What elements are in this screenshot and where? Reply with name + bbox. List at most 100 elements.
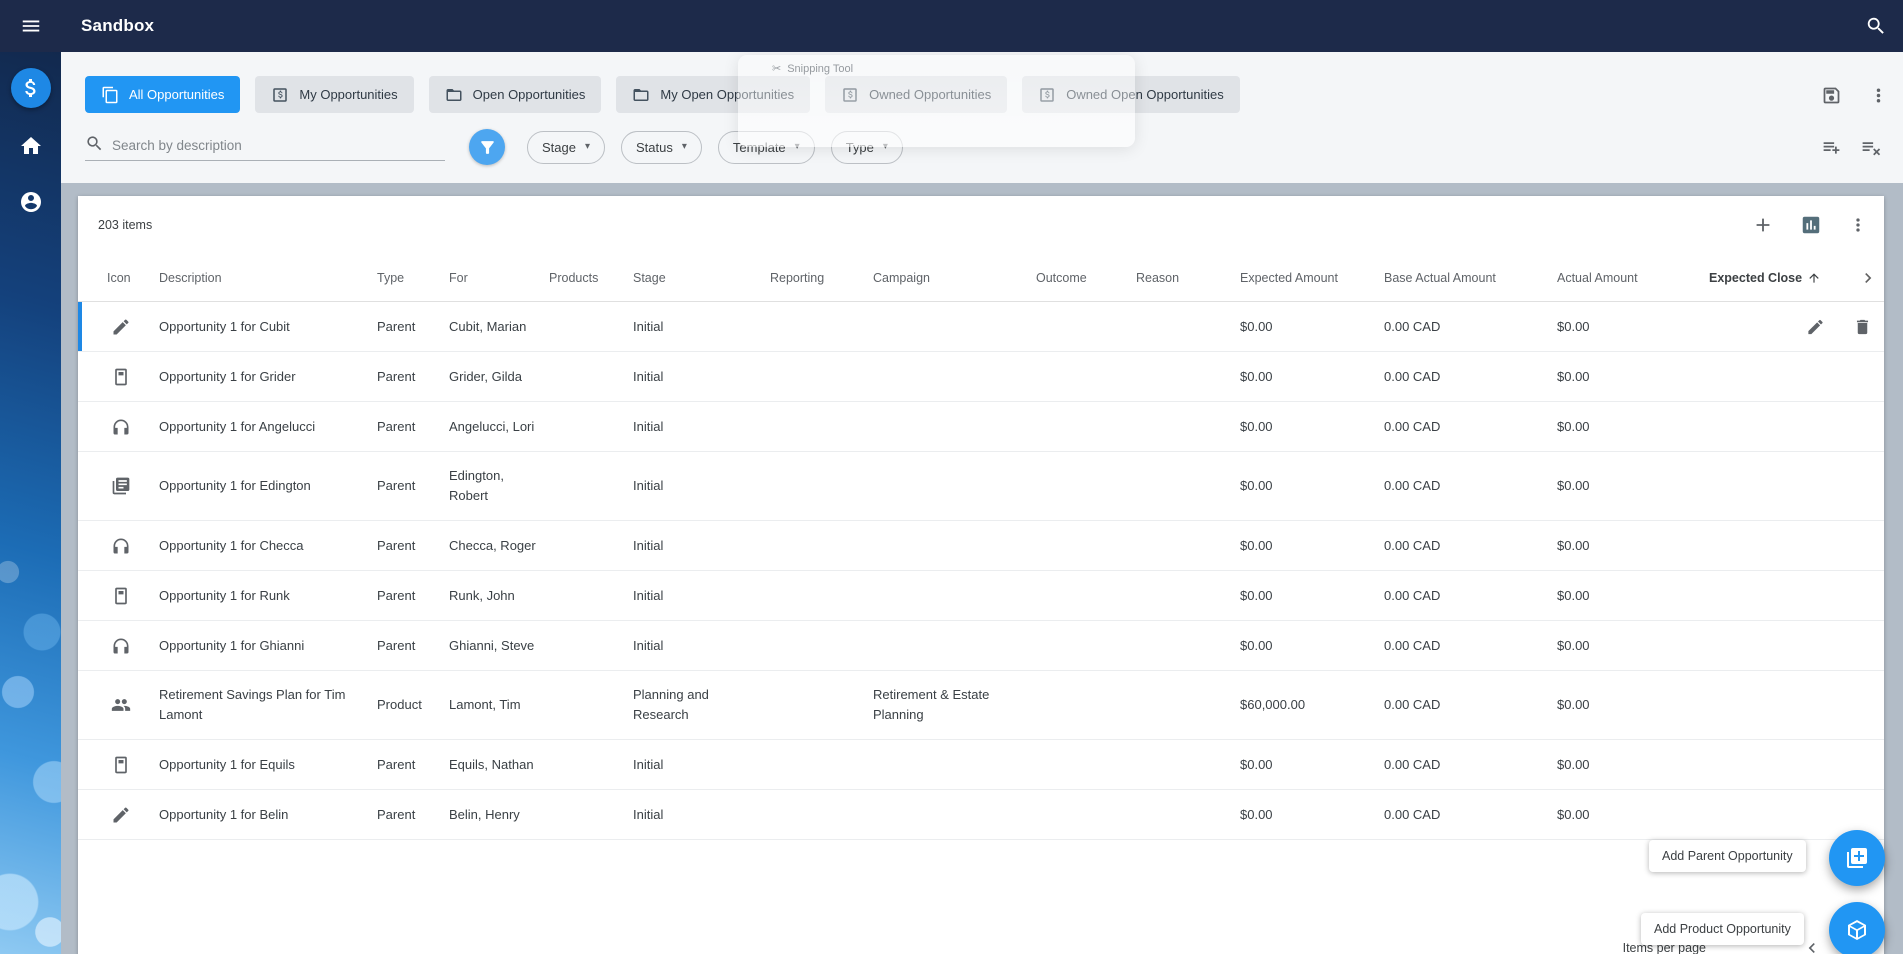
column-header-description[interactable]: Description xyxy=(159,271,377,285)
cell-expected-close xyxy=(1709,751,1849,779)
view-tab-open-opportunities[interactable]: Open Opportunities xyxy=(428,76,602,113)
opportunities-nav-button[interactable] xyxy=(10,68,51,108)
cell-expected-close xyxy=(1709,632,1849,660)
filter-dropdown-type[interactable]: Type ▾ xyxy=(830,130,903,164)
column-label: Reason xyxy=(1136,270,1180,285)
opportunity-row[interactable]: Opportunity 1 for Angelucci Parent Angeluc… xyxy=(78,402,1884,452)
cell-expected-close xyxy=(1709,413,1849,441)
filter-dropdown-status[interactable]: Status ▾ xyxy=(621,130,702,164)
view-options-button[interactable] xyxy=(1868,85,1889,106)
cell-for: Lamont, Tim xyxy=(449,697,521,712)
opportunity-row[interactable]: Opportunity 1 for Belin Parent Belin, Henr… xyxy=(78,790,1884,840)
column-header-expected-amount[interactable]: Expected Amount xyxy=(1240,271,1384,285)
filter-dropdown-template[interactable]: Template ▾ xyxy=(717,130,815,164)
column-header-products[interactable]: Products xyxy=(549,271,633,285)
row-type-icon-cell xyxy=(107,636,159,656)
column-header-for[interactable]: For xyxy=(449,271,549,285)
contacts-nav-button[interactable] xyxy=(13,184,49,220)
cell-description: Opportunity 1 for Checca xyxy=(159,537,304,553)
column-header-type[interactable]: Type xyxy=(377,271,449,285)
menu-button[interactable] xyxy=(0,15,61,37)
edit-row-button[interactable] xyxy=(1806,317,1825,336)
opportunity-row[interactable]: Opportunity 1 for Cubit Parent Cubit, Mari… xyxy=(78,302,1884,352)
cell-products xyxy=(549,632,633,660)
opportunity-row[interactable]: Opportunity 1 for Runk Parent Runk, John In… xyxy=(78,571,1884,621)
cell-outcome xyxy=(1036,632,1136,660)
save-view-button[interactable] xyxy=(1821,85,1842,106)
column-header-outcome[interactable]: Outcome xyxy=(1036,271,1136,285)
add-parent-icon xyxy=(1847,848,1867,868)
opportunity-row[interactable]: Opportunity 1 for Ghianni Parent Ghianni, … xyxy=(78,621,1884,671)
cell-description: Opportunity 1 for Edington xyxy=(159,478,311,493)
filter-dropdown-label: Stage xyxy=(542,139,576,155)
column-header-campaign[interactable]: Campaign xyxy=(873,271,1036,285)
view-tab-my-opportunities[interactable]: My Opportunities xyxy=(255,76,414,113)
add-parent-opportunity-fab[interactable] xyxy=(1829,830,1885,886)
previous-page-button[interactable] xyxy=(1802,938,1822,954)
search-input[interactable] xyxy=(112,137,445,153)
cell-reason xyxy=(1136,313,1240,341)
opportunity-row[interactable]: Opportunity 1 for Grider Parent Grider, Gi… xyxy=(78,352,1884,402)
column-header-base-actual-amount[interactable]: Base Actual Amount xyxy=(1384,271,1557,285)
column-header-actual-amount[interactable]: Actual Amount xyxy=(1557,271,1709,285)
view-tab-label: My Open Opportunities xyxy=(660,87,795,102)
cell-expected-amount: $60,000.00 xyxy=(1240,697,1306,712)
opportunity-row[interactable]: Opportunity 1 for Equils Parent Equils, Na… xyxy=(78,740,1884,790)
cell-reason xyxy=(1136,472,1240,500)
add-product-opportunity-fab[interactable] xyxy=(1829,902,1885,954)
column-header-reporting[interactable]: Reporting xyxy=(770,271,873,285)
view-tab-all-opportunities[interactable]: All Opportunities xyxy=(85,76,241,113)
row-actions-cell xyxy=(1849,532,1878,560)
cell-campaign xyxy=(873,582,1036,610)
opportunity-row[interactable]: Opportunity 1 for Checca Parent Checca, Ro… xyxy=(78,521,1884,571)
add-item-button[interactable] xyxy=(1752,214,1774,236)
search-field[interactable] xyxy=(85,134,445,161)
cell-outcome xyxy=(1036,363,1136,391)
column-label: Type xyxy=(377,270,405,285)
save-icon xyxy=(1823,87,1840,104)
cell-type: Parent xyxy=(377,368,416,384)
cell-for: Edington, Robert xyxy=(449,468,504,503)
column-header-expected-close[interactable]: Expected Close xyxy=(1709,271,1849,285)
opportunity-row[interactable]: Opportunity 1 for Edington Parent Edington… xyxy=(78,452,1884,521)
row-actions-cell xyxy=(1849,582,1878,610)
cell-base-actual-amount: 0.00 CAD xyxy=(1384,368,1441,384)
column-label: Actual Amount xyxy=(1557,270,1638,285)
cell-for: Angelucci, Lori xyxy=(449,418,535,434)
cell-products xyxy=(549,582,633,610)
add-filter-button[interactable] xyxy=(1821,137,1842,158)
cell-for: Equils, Nathan xyxy=(449,756,534,772)
view-tab-owned-open-opportunities[interactable]: Owned Open Opportunities xyxy=(1022,76,1240,113)
fab-tooltip-add-product: Add Product Opportunity xyxy=(1641,913,1804,945)
view-tab-owned-opportunities[interactable]: Owned Opportunities xyxy=(825,76,1008,113)
filter-button[interactable] xyxy=(469,129,505,165)
filter-dropdown-stage[interactable]: Stage ▾ xyxy=(527,130,606,164)
global-search-button[interactable] xyxy=(1865,15,1887,37)
clear-filters-button[interactable] xyxy=(1860,137,1881,158)
chevron-down-icon: ▾ xyxy=(681,141,687,152)
cell-reporting xyxy=(770,472,873,500)
view-tab-my-open-opportunities[interactable]: My Open Opportunities xyxy=(616,76,811,113)
scroll-columns-right-button[interactable] xyxy=(1849,268,1878,288)
column-label: Products xyxy=(549,270,599,285)
cell-description: Opportunity 1 for Cubit xyxy=(159,318,290,334)
opportunity-row[interactable]: Retirement Savings Plan for Tim Lamont Pr… xyxy=(78,671,1884,740)
add-product-icon xyxy=(1848,920,1866,940)
grid-options-button[interactable] xyxy=(1848,215,1868,235)
column-header-stage[interactable]: Stage xyxy=(633,271,770,285)
cell-type: Parent xyxy=(377,418,416,434)
chart-view-button[interactable] xyxy=(1800,214,1822,236)
row-hover-actions xyxy=(1806,317,1872,336)
delete-row-button[interactable] xyxy=(1853,317,1872,336)
cell-outcome xyxy=(1036,532,1136,560)
view-actions xyxy=(1821,85,1889,113)
home-nav-button[interactable] xyxy=(13,128,49,164)
cell-products xyxy=(549,751,633,779)
column-header-icon[interactable]: Icon xyxy=(107,271,159,285)
column-header-reason[interactable]: Reason xyxy=(1136,271,1240,285)
column-label: Icon xyxy=(107,270,131,285)
folder-icon xyxy=(633,88,649,101)
fab-tooltip-add-parent: Add Parent Opportunity xyxy=(1649,840,1806,872)
playlist-remove-icon xyxy=(1862,141,1881,155)
row-type-icon-cell xyxy=(107,317,159,337)
